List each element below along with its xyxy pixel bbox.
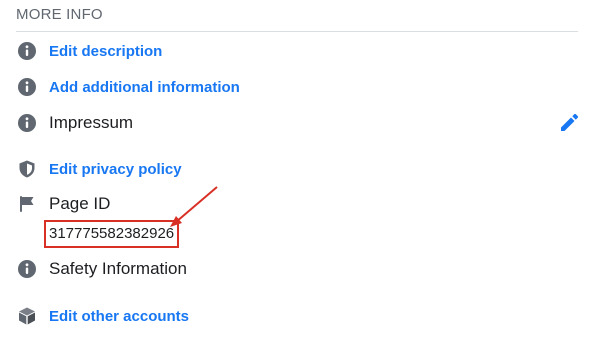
row-edit-other-accounts: Edit other accounts <box>16 304 189 328</box>
row-page-id: Page ID <box>16 192 110 216</box>
page-id-value: 317775582382926 <box>44 220 180 248</box>
cube-icon <box>16 305 38 327</box>
info-icon <box>16 40 38 62</box>
edit-description-link[interactable]: Edit description <box>49 43 162 60</box>
info-icon <box>16 258 38 280</box>
flag-icon <box>16 193 38 215</box>
row-edit-description: Edit description <box>16 39 162 63</box>
info-icon <box>16 112 38 134</box>
row-edit-privacy-policy: Edit privacy policy <box>16 157 182 181</box>
shield-icon <box>16 158 38 180</box>
section-title: MORE INFO <box>16 6 103 23</box>
page-id-label: Page ID <box>49 194 111 213</box>
impressum-label: Impressum <box>49 113 134 132</box>
add-additional-information-link[interactable]: Add additional information <box>49 79 240 96</box>
row-add-additional-information: Add additional information <box>16 75 240 99</box>
edit-impressum-pencil-icon[interactable] <box>557 111 581 135</box>
safety-information-label[interactable]: Safety Information <box>49 259 187 279</box>
row-impressum: Impressum <box>16 111 133 135</box>
edit-privacy-policy-link[interactable]: Edit privacy policy <box>49 161 182 178</box>
row-safety-information: Safety Information <box>16 257 187 281</box>
info-icon <box>16 76 38 98</box>
section-divider <box>16 31 578 32</box>
edit-other-accounts-link[interactable]: Edit other accounts <box>49 308 189 325</box>
